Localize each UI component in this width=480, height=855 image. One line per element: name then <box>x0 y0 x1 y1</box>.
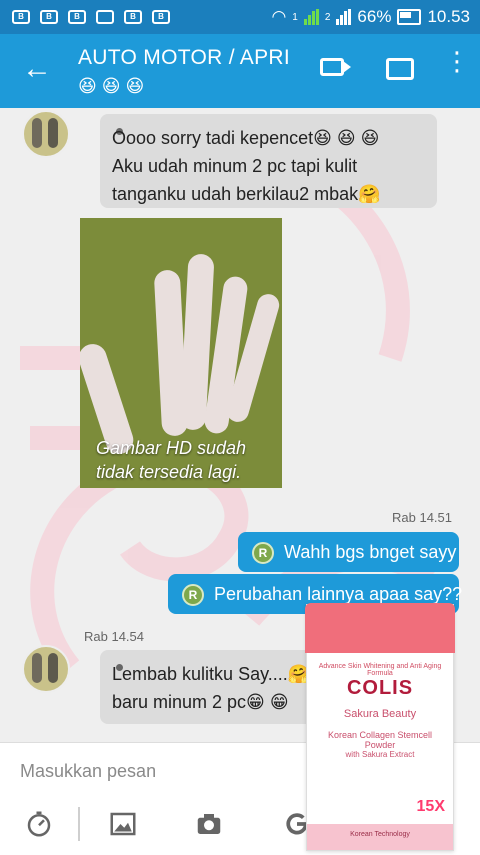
avatar[interactable] <box>22 645 70 693</box>
signal-icon <box>336 9 352 25</box>
mask-icon[interactable] <box>386 58 414 80</box>
battery-icon <box>397 9 422 25</box>
product-desc: Korean Collagen Stemcell Powder <box>327 730 433 750</box>
product-brand: COLIS <box>346 677 414 699</box>
incoming-message[interactable]: Oooo sorry tadi kepencet😆 😆 😆 Aku udah m… <box>100 114 437 208</box>
video-call-icon[interactable] <box>320 58 351 76</box>
timer-icon[interactable] <box>24 809 54 839</box>
sim2-label: 2 <box>324 11 331 23</box>
product-line: Sakura Beauty <box>343 708 417 720</box>
product-badge: 15X <box>416 798 445 815</box>
message-input[interactable]: Masukkan pesan <box>20 761 156 782</box>
battery-percent: 66% <box>357 7 392 26</box>
bbm-icon: B <box>68 10 86 24</box>
product-footer: Korean Technology <box>307 824 453 850</box>
shared-photo[interactable]: Gambar HD sudah tidak tersedia lagi. <box>80 218 282 488</box>
signal-icon <box>303 9 319 25</box>
message-time: Rab 14.51 <box>392 510 452 525</box>
message-text: Oooo sorry tadi kepencet😆 😆 😆 Aku udah m… <box>112 128 381 204</box>
read-receipt-icon: R <box>252 542 274 565</box>
bbm-icon: B <box>152 10 170 24</box>
product-label: Advance Skin Whitening and Anti Aging Fo… <box>315 663 445 759</box>
sim1-label: 1 <box>292 11 298 23</box>
incoming-message[interactable]: Lembab kulitku Say....🤗 baru minum 2 pc😁… <box>100 650 316 724</box>
photo-caption: Gambar HD sudah tidak tersedia lagi. <box>96 438 247 482</box>
message-text: Lembab kulitku Say....🤗 baru minum 2 pc😁… <box>112 664 311 712</box>
image-notification-icon <box>96 10 114 24</box>
photo-detail <box>153 269 189 437</box>
camera-icon[interactable] <box>194 809 224 839</box>
product-image: Advance Skin Whitening and Anti Aging Fo… <box>305 603 455 851</box>
read-receipt-icon: R <box>182 584 204 607</box>
image-icon[interactable] <box>108 809 138 839</box>
status-notifications: B B B B B <box>0 10 170 24</box>
message-text: R Wahh bgs bnget sayy <box>252 536 456 568</box>
outgoing-message[interactable]: R Wahh bgs bnget sayy <box>238 532 459 572</box>
more-icon[interactable]: ⋮ <box>444 48 470 74</box>
bbm-icon: B <box>124 10 142 24</box>
status-right: ◠ 1 2 66% 10.53 <box>271 0 470 34</box>
toolbar-divider <box>78 807 80 841</box>
back-arrow-icon[interactable]: ← <box>22 54 52 84</box>
bbm-icon: B <box>12 10 30 24</box>
product-desc: Advance Skin Whitening and Anti Aging Fo… <box>318 663 442 677</box>
chat-title: AUTO MOTOR / APRI <box>78 46 291 69</box>
message-time: Rab 14.54 <box>84 629 144 644</box>
chat-header: ← AUTO MOTOR / APRI 😆 😆 😆 ⋮ <box>0 34 480 108</box>
wifi-icon: ◠ <box>271 7 287 26</box>
avatar[interactable] <box>22 110 70 158</box>
product-lid <box>305 603 455 653</box>
bbm-icon: B <box>40 10 58 24</box>
status-time: 10.53 <box>427 7 470 26</box>
status-bar: B B B B B ◠ 1 2 66% 10.53 <box>0 0 480 34</box>
chat-subtitle: 😆 😆 😆 <box>78 76 145 96</box>
product-desc: with Sakura Extract <box>345 750 415 759</box>
